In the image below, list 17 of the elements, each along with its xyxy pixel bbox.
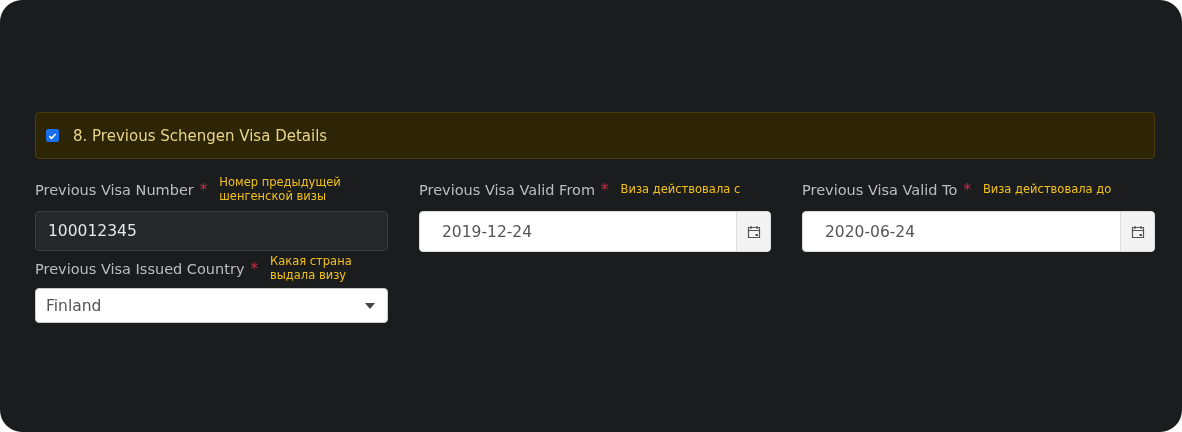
hint-text: Виза действовала до bbox=[982, 183, 1112, 197]
required-mark: * bbox=[963, 181, 971, 199]
date-field[interactable]: 2020-06-24 bbox=[802, 211, 1155, 252]
hint-text: Номер предыдущей шенгенской визы bbox=[219, 176, 342, 204]
field-label: Previous Visa Valid To bbox=[802, 182, 958, 198]
required-mark: * bbox=[199, 181, 208, 199]
field-label: Previous Visa Issued Country bbox=[35, 261, 245, 277]
section-title: 8. Previous Schengen Visa Details bbox=[73, 126, 328, 145]
required-mark: * bbox=[250, 260, 258, 278]
hint-text: Виза действовала с bbox=[620, 183, 741, 197]
hint-text: Какая страна выдала визу bbox=[270, 255, 353, 283]
required-mark: * bbox=[601, 181, 609, 199]
field-label: Previous Visa Number bbox=[35, 182, 194, 198]
field-label: Previous Visa Valid From bbox=[419, 182, 596, 198]
input-field[interactable]: 100012345 bbox=[35, 211, 388, 251]
country-select[interactable]: Finland bbox=[35, 288, 388, 323]
date-field[interactable]: 2019-12-24 bbox=[419, 211, 771, 252]
